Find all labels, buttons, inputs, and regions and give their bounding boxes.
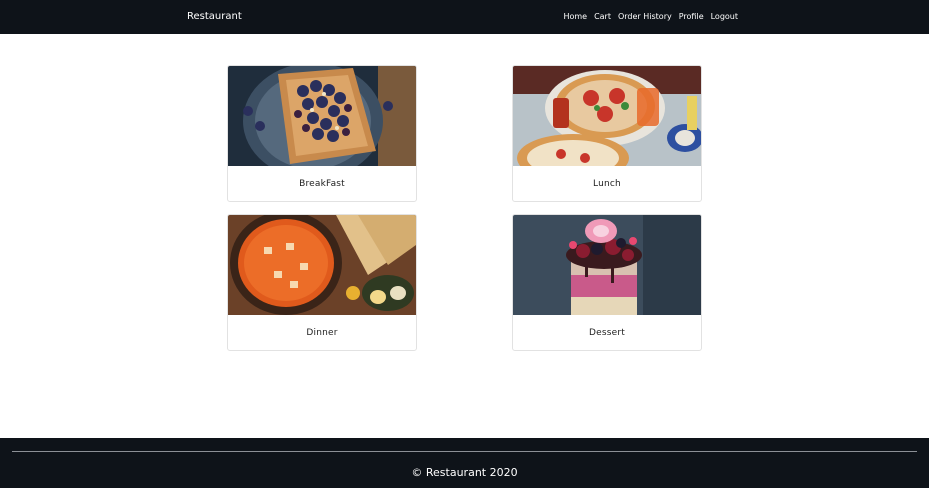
nav-logout-link[interactable]: Logout bbox=[711, 11, 738, 23]
nav-links: Home Cart Order History Profile Logout bbox=[563, 11, 738, 23]
category-card-lunch[interactable]: Lunch bbox=[512, 65, 702, 202]
category-card-dinner[interactable]: Dinner bbox=[227, 214, 417, 351]
nav-order-history-link[interactable]: Order History bbox=[618, 11, 672, 23]
dinner-image[interactable] bbox=[228, 215, 416, 315]
footer-copyright: © Restaurant 2020 bbox=[411, 466, 518, 479]
dessert-image[interactable] bbox=[513, 215, 701, 315]
dinner-label[interactable]: Dinner bbox=[228, 315, 416, 350]
category-card-dessert[interactable]: Dessert bbox=[512, 214, 702, 351]
nav-home-link[interactable]: Home bbox=[563, 11, 587, 23]
breakfast-image[interactable] bbox=[228, 66, 416, 166]
footer-divider bbox=[12, 451, 917, 452]
brand-logo[interactable]: Restaurant bbox=[187, 11, 242, 23]
dessert-label[interactable]: Dessert bbox=[513, 315, 701, 350]
nav-cart-link[interactable]: Cart bbox=[594, 11, 611, 23]
top-navbar: Restaurant Home Cart Order History Profi… bbox=[0, 0, 929, 34]
lunch-image[interactable] bbox=[513, 66, 701, 166]
page-footer: © Restaurant 2020 bbox=[0, 438, 929, 488]
breakfast-label[interactable]: BreakFast bbox=[228, 166, 416, 201]
lunch-label[interactable]: Lunch bbox=[513, 166, 701, 201]
nav-profile-link[interactable]: Profile bbox=[679, 11, 704, 23]
category-card-breakfast[interactable]: BreakFast bbox=[227, 65, 417, 202]
